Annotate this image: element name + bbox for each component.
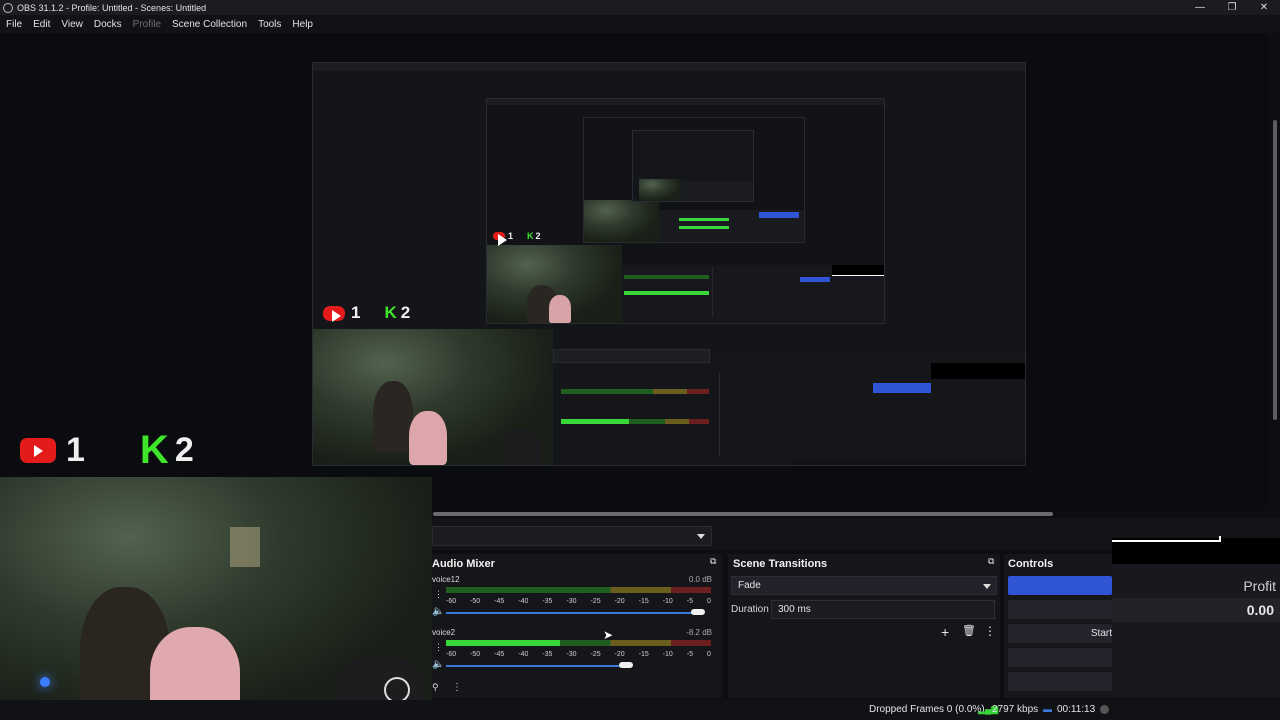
mouse-cursor-icon: ➤ bbox=[603, 628, 614, 642]
blue-light bbox=[40, 677, 50, 687]
nested-preview-level2: 1 K 2 bbox=[486, 98, 885, 324]
start-virtual-cam-button[interactable]: Start bbox=[1008, 624, 1112, 643]
menu-scene-collection[interactable]: Scene Collection bbox=[172, 19, 247, 30]
youtube-icon bbox=[20, 438, 56, 463]
nested-webcam-2 bbox=[487, 245, 622, 323]
channel-db: 0.0 dB bbox=[688, 575, 712, 584]
volume-slider[interactable] bbox=[446, 665, 627, 667]
menu-tools[interactable]: Tools bbox=[258, 19, 281, 30]
preview-vertical-scrollbar[interactable] bbox=[1273, 120, 1277, 420]
menu-view[interactable]: View bbox=[61, 19, 83, 30]
channel-name: voice2 bbox=[432, 628, 456, 637]
volume-meter bbox=[446, 587, 711, 595]
volume-slider-handle[interactable] bbox=[690, 609, 705, 615]
profit-value: 0.00 bbox=[1246, 602, 1274, 618]
speaker-icon[interactable]: 🔈 bbox=[432, 659, 444, 670]
duration-label: Duration bbox=[731, 604, 769, 615]
close-button[interactable]: ✕ bbox=[1248, 0, 1280, 15]
volume-slider-handle[interactable] bbox=[619, 662, 634, 668]
nested-preview-level1: 1 K 2 1 K 2 bbox=[312, 62, 1026, 466]
menu-docks[interactable]: Docks bbox=[94, 19, 122, 30]
preview-horizontal-scrollbar[interactable] bbox=[433, 512, 1053, 516]
controls-title: Controls bbox=[1008, 558, 1054, 570]
recording-button[interactable] bbox=[1008, 600, 1112, 619]
nested-docks-3 bbox=[659, 210, 804, 242]
profit-header bbox=[1112, 536, 1280, 564]
transition-select[interactable]: Fade bbox=[731, 576, 997, 595]
mixer-menu-icon[interactable]: ⋮ bbox=[452, 682, 462, 693]
speaker-icon[interactable]: 🔈 bbox=[432, 606, 444, 617]
scene-dropdown[interactable] bbox=[432, 526, 712, 546]
volume-meter bbox=[446, 640, 711, 648]
youtube-count: 1 bbox=[66, 431, 85, 469]
nested-overlay-1: 1 K 2 bbox=[323, 303, 410, 323]
nested-webcam-1 bbox=[313, 329, 553, 465]
volume-slider[interactable] bbox=[446, 612, 698, 614]
add-transition-icon[interactable]: + bbox=[941, 624, 949, 640]
stream-time: 00:11:13 bbox=[1057, 704, 1096, 715]
audio-mixer-title: Audio Mixer bbox=[432, 558, 495, 570]
kebab-menu-icon[interactable]: ⋮ bbox=[434, 589, 443, 600]
streaming-button[interactable] bbox=[1008, 576, 1112, 595]
window-title: OBS 31.1.2 - Profile: Untitled - Scenes:… bbox=[17, 2, 207, 13]
controls-dock: Controls Start bbox=[1004, 554, 1112, 698]
profit-value-row: 0.00 bbox=[1112, 598, 1280, 622]
record-indicator-icon bbox=[1100, 705, 1109, 714]
dropped-frames: Dropped Frames 0 (0.0%) bbox=[869, 704, 985, 715]
transition-menu-icon[interactable]: ⋮ bbox=[984, 624, 996, 638]
nested-overlay-2: 1 K 2 bbox=[493, 231, 541, 247]
channel-db: -8.2 dB bbox=[686, 628, 712, 637]
kick-icon: K bbox=[139, 428, 169, 472]
studio-mode-button[interactable] bbox=[1008, 648, 1112, 667]
menu-profile[interactable]: Profile bbox=[133, 19, 161, 30]
nested-title-bar-2 bbox=[487, 99, 884, 105]
chevron-down-icon bbox=[697, 534, 705, 539]
nested-webcam-3 bbox=[584, 200, 659, 242]
stream-icon: ▬ bbox=[1043, 704, 1052, 714]
nested-preview-level3 bbox=[583, 117, 805, 243]
wall-poster bbox=[230, 527, 260, 567]
audio-mixer-dock: Audio Mixer ⧉ voice12 0.0 dB ⋮ -60 -50 -45… bbox=[432, 554, 722, 698]
nested-statusbar-1 bbox=[793, 459, 1025, 465]
menu-help[interactable]: Help bbox=[292, 19, 313, 30]
obs-app-icon bbox=[3, 2, 13, 13]
duration-spinbox[interactable]: 300 ms bbox=[771, 600, 995, 619]
meter-scale: -60 -50 -45 -40 -35 -30 -25 -20 -15 -10 -5 0 bbox=[446, 598, 711, 605]
status-bar: Dropped Frames 0 (0.0%) ▂▄▆ 2797 kbps ▬ … bbox=[0, 700, 1280, 720]
scene-transitions-title: Scene Transitions bbox=[733, 558, 828, 570]
scene-transitions-dock: Scene Transitions ⧉ Fade Duration 300 ms… bbox=[728, 554, 1000, 698]
webcam-feed bbox=[0, 477, 432, 720]
channel-name: voice12 bbox=[432, 575, 460, 584]
nested-docks-2 bbox=[622, 265, 884, 323]
kick-count: 2 bbox=[174, 431, 194, 469]
menu-file[interactable]: File bbox=[6, 19, 22, 30]
nested-docks-1 bbox=[553, 349, 1025, 465]
nested-menu-bar bbox=[313, 71, 1025, 79]
nested-preview-level4 bbox=[632, 130, 754, 202]
minimize-button[interactable]: — bbox=[1184, 0, 1216, 15]
meter-scale: -60 -50 -45 -40 -35 -30 -25 -20 -15 -10 -5 0 bbox=[446, 651, 711, 658]
maximize-button[interactable]: ❐ bbox=[1216, 0, 1248, 15]
settings-button[interactable] bbox=[1008, 672, 1112, 691]
dock-float-icon[interactable]: ⧉ bbox=[710, 556, 716, 567]
title-bar: OBS 31.1.2 - Profile: Untitled - Scenes:… bbox=[0, 0, 1280, 15]
profit-widget: Profit 0.00 bbox=[1112, 536, 1280, 698]
nested-title-bar bbox=[313, 63, 1025, 71]
kebab-menu-icon[interactable]: ⋮ bbox=[434, 642, 443, 653]
trash-icon[interactable]: 🗑 bbox=[962, 624, 976, 637]
stream-overlay: 1 K 2 bbox=[20, 428, 194, 473]
link-icon[interactable]: ⚲ bbox=[432, 682, 439, 693]
profit-label: Profit bbox=[1243, 578, 1276, 594]
bitrate: 2797 kbps bbox=[992, 704, 1039, 715]
window-controls: — ❐ ✕ bbox=[1184, 0, 1280, 15]
dock-float-icon[interactable]: ⧉ bbox=[988, 556, 994, 567]
chevron-down-icon bbox=[983, 584, 991, 589]
menu-edit[interactable]: Edit bbox=[33, 19, 50, 30]
menu-bar: File Edit View Docks Profile Scene Colle… bbox=[0, 15, 1280, 33]
